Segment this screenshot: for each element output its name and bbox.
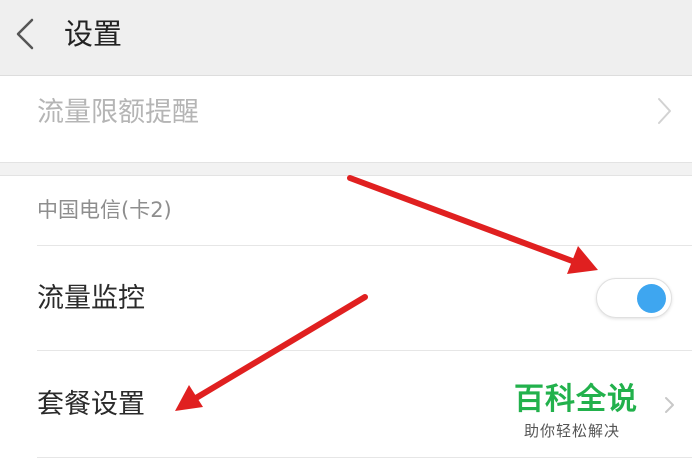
settings-screen: 设置 流量限额提醒 中国电信(卡2) 流量监控 套餐设置 百科全说 助你轻松解决 [0, 0, 692, 475]
chevron-left-icon [16, 18, 34, 50]
plan-settings-label: 套餐设置 [37, 389, 145, 420]
back-button[interactable] [12, 16, 40, 52]
chevron-right-icon [665, 397, 674, 413]
data-limit-reminder-label: 流量限额提醒 [37, 97, 199, 128]
sim-section-label: 中国电信(卡2) [37, 198, 172, 222]
page-title: 设置 [64, 17, 123, 51]
section-gap [0, 162, 692, 176]
data-monitor-row[interactable]: 流量监控 [0, 246, 692, 350]
data-monitor-label: 流量监控 [37, 283, 145, 314]
divider [37, 457, 692, 458]
toggle-knob [637, 284, 666, 313]
data-limit-reminder-row: 流量限额提醒 [0, 77, 692, 162]
watermark-subtitle: 助你轻松解决 [524, 422, 621, 440]
header-bar: 设置 [0, 0, 692, 76]
data-monitor-toggle[interactable] [596, 278, 672, 318]
watermark-title: 百科全说 [514, 382, 638, 417]
